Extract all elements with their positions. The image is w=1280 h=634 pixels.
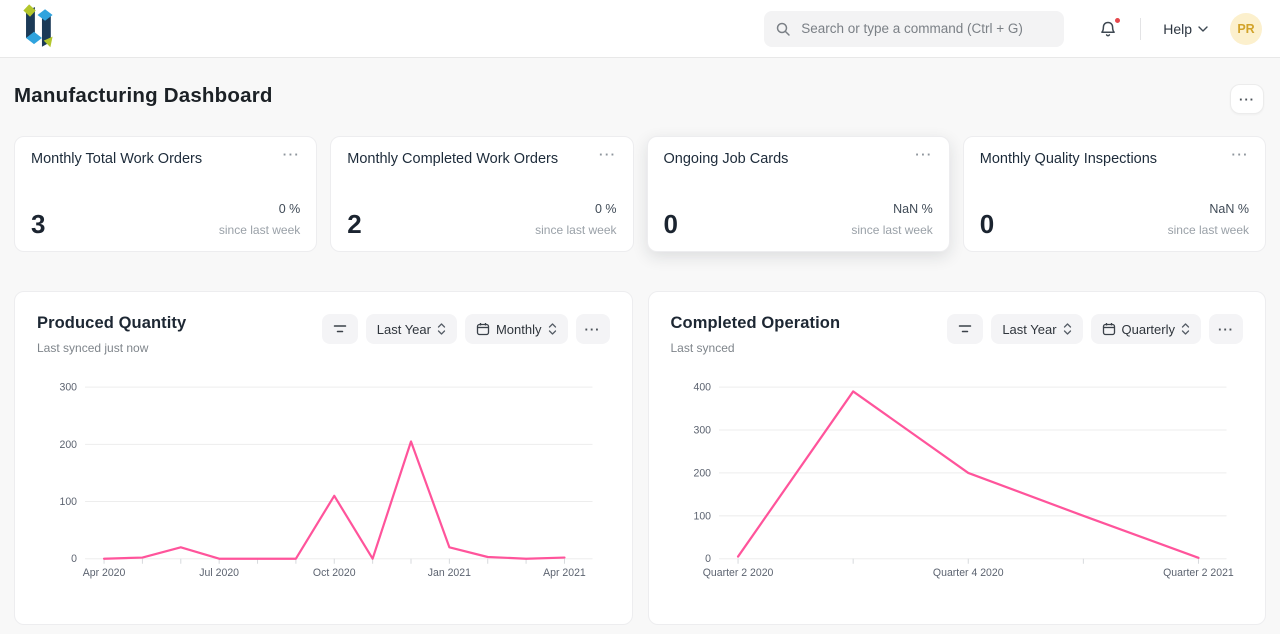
line-chart-completed-operation: 0 100 200 300 400 Quarter 2 2020 Quarter 4 202… <box>671 371 1244 591</box>
chart-subtitle: Last synced <box>671 341 841 355</box>
app-logo[interactable] <box>14 3 54 54</box>
svg-text:Quarter 2 2020: Quarter 2 2020 <box>702 567 773 579</box>
calendar-icon <box>1102 322 1116 336</box>
svg-text:100: 100 <box>693 510 711 522</box>
chevron-down-icon <box>1198 26 1208 32</box>
notifications-button[interactable] <box>1094 15 1122 43</box>
line-chart-produced-quantity: 0 100 200 300 Apr 2020 Jul 2020 Oct 2020 Jan 20… <box>37 371 610 591</box>
card-change: 0 % <box>535 202 616 216</box>
notification-dot <box>1114 17 1121 24</box>
card-menu-button[interactable]: ··· <box>283 151 301 159</box>
card-value: 0 <box>664 211 678 237</box>
page-header: Manufacturing Dashboard ··· <box>0 58 1280 114</box>
svg-text:0: 0 <box>705 553 711 565</box>
svg-text:Apr 2021: Apr 2021 <box>543 567 586 579</box>
timespan-label: Last Year <box>1002 322 1056 337</box>
svg-text:Oct 2020: Oct 2020 <box>313 567 356 579</box>
sort-updown-icon <box>1181 322 1190 336</box>
search-input[interactable] <box>799 20 1053 37</box>
card-menu-button[interactable]: ··· <box>599 151 617 159</box>
card-caption: since last week <box>851 223 932 237</box>
chart-menu-button[interactable]: ··· <box>1209 314 1243 344</box>
timespan-label: Last Year <box>377 322 431 337</box>
chart-card-produced-quantity: Produced Quantity Last synced just now L… <box>14 291 633 625</box>
timespan-select[interactable]: Last Year <box>991 314 1082 344</box>
svg-text:Jan 2021: Jan 2021 <box>428 567 471 579</box>
number-card-quality-inspections: Monthly Quality Inspections ··· 0 NaN % … <box>963 136 1266 252</box>
card-change: NaN % <box>851 202 932 216</box>
svg-text:Quarter 4 2020: Quarter 4 2020 <box>932 567 1003 579</box>
interval-select[interactable]: Quarterly <box>1091 314 1201 344</box>
svg-text:400: 400 <box>693 382 711 394</box>
card-title: Ongoing Job Cards <box>664 151 789 167</box>
card-value: 0 <box>980 211 994 237</box>
logo-icon <box>14 3 54 54</box>
interval-label: Monthly <box>496 322 542 337</box>
timespan-select[interactable]: Last Year <box>366 314 457 344</box>
chart-subtitle: Last synced just now <box>37 341 186 355</box>
chart-title: Completed Operation <box>671 314 841 333</box>
card-caption: since last week <box>1168 223 1249 237</box>
number-card-completed-work-orders: Monthly Completed Work Orders ··· 2 0 % … <box>330 136 633 252</box>
help-menu[interactable]: Help <box>1157 20 1214 38</box>
calendar-icon <box>476 322 490 336</box>
sort-updown-icon <box>1063 322 1072 336</box>
navbar: Help PR <box>0 0 1280 58</box>
card-title: Monthly Completed Work Orders <box>347 151 558 167</box>
card-change: NaN % <box>1168 202 1249 216</box>
number-card-total-work-orders: Monthly Total Work Orders ··· 3 0 % sinc… <box>14 136 317 252</box>
svg-text:200: 200 <box>693 467 711 479</box>
svg-text:Jul 2020: Jul 2020 <box>199 567 239 579</box>
charts-row: Produced Quantity Last synced just now L… <box>14 291 1266 625</box>
card-caption: since last week <box>219 223 300 237</box>
svg-text:0: 0 <box>71 553 77 565</box>
nav-divider <box>1140 18 1141 40</box>
card-value: 3 <box>31 211 45 237</box>
chart-card-completed-operation: Completed Operation Last synced Last Yea… <box>648 291 1267 625</box>
card-menu-button[interactable]: ··· <box>1232 151 1250 159</box>
card-value: 2 <box>347 211 361 237</box>
card-menu-button[interactable]: ··· <box>915 151 933 159</box>
filter-icon <box>957 323 973 335</box>
page-title: Manufacturing Dashboard <box>14 84 273 108</box>
page-menu-button[interactable]: ··· <box>1230 84 1264 114</box>
help-label: Help <box>1163 21 1192 37</box>
svg-text:Apr 2020: Apr 2020 <box>83 567 126 579</box>
chart-menu-button[interactable]: ··· <box>576 314 610 344</box>
sort-updown-icon <box>437 322 446 336</box>
number-cards-row: Monthly Total Work Orders ··· 3 0 % sinc… <box>14 136 1266 252</box>
card-title: Monthly Quality Inspections <box>980 151 1157 167</box>
filter-button[interactable] <box>322 314 358 344</box>
filter-icon <box>332 323 348 335</box>
svg-text:300: 300 <box>693 425 711 437</box>
svg-text:200: 200 <box>59 439 77 451</box>
chart-title: Produced Quantity <box>37 314 186 333</box>
card-caption: since last week <box>535 223 616 237</box>
number-card-ongoing-job-cards: Ongoing Job Cards ··· 0 NaN % since last… <box>647 136 950 252</box>
sort-updown-icon <box>548 322 557 336</box>
svg-text:Quarter 2 2021: Quarter 2 2021 <box>1163 567 1234 579</box>
search-icon <box>775 21 791 37</box>
filter-button[interactable] <box>947 314 983 344</box>
global-search <box>764 11 1064 47</box>
card-title: Monthly Total Work Orders <box>31 151 202 167</box>
card-change: 0 % <box>219 202 300 216</box>
svg-text:300: 300 <box>59 382 77 394</box>
svg-text:100: 100 <box>59 496 77 508</box>
user-avatar[interactable]: PR <box>1230 13 1262 45</box>
interval-label: Quarterly <box>1122 322 1175 337</box>
interval-select[interactable]: Monthly <box>465 314 568 344</box>
